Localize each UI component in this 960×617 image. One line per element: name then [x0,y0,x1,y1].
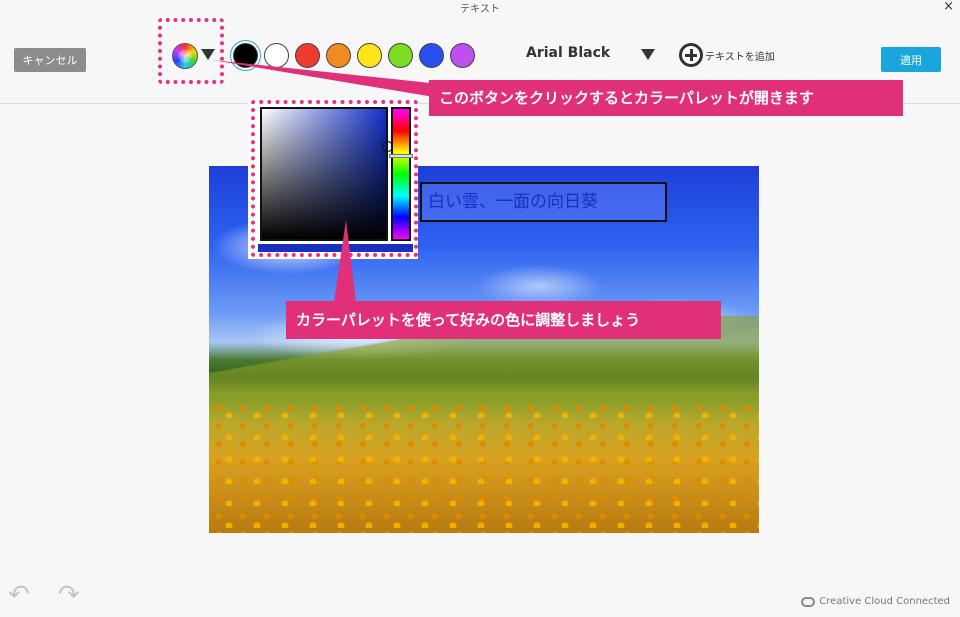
close-icon[interactable]: × [943,0,954,14]
photo-flowers [209,396,759,533]
plus-circle-icon [679,43,703,67]
window-title: テキスト [460,4,500,15]
add-text-label: テキストを追加 [705,51,775,63]
color-swatch-white[interactable] [264,43,289,68]
font-selector[interactable]: Arial Black [526,45,610,61]
add-text-button[interactable]: テキストを追加 [679,43,775,67]
callout-adjust-color: カラーパレットを使って好みの色に調整しましょう [286,301,721,339]
color-swatch-green[interactable] [388,43,413,68]
color-swatch-red[interactable] [295,43,320,68]
color-swatch-orange[interactable] [326,43,351,68]
color-swatch-purple[interactable] [450,43,475,68]
color-swatch-black[interactable] [233,43,258,68]
palette-button-highlight [158,18,224,84]
canvas-text-box[interactable]: 白い雲、一面の向日葵 [420,182,667,222]
color-swatch-blue[interactable] [419,43,444,68]
color-picker-highlight [251,100,418,257]
font-dropdown-arrow-icon[interactable] [641,49,655,60]
color-swatch-yellow[interactable] [357,43,382,68]
creative-cloud-icon [801,596,816,607]
redo-icon[interactable]: ↷ [58,581,86,609]
callout-open-palette: このボタンをクリックするとカラーパレットが開きます [429,80,903,116]
apply-button[interactable]: 適用 [881,47,941,72]
creative-cloud-status: Creative Cloud Connected [801,596,950,607]
undo-icon[interactable]: ↶ [8,581,36,609]
cancel-button[interactable]: キャンセル [14,48,86,72]
creative-cloud-label: Creative Cloud Connected [819,596,950,607]
